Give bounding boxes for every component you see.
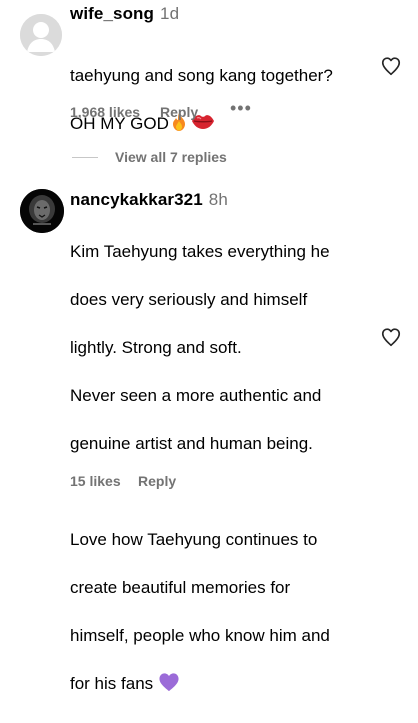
comment-line: Kim Taehyung takes everything he [70,242,330,261]
comment-line: create beautiful memories for [70,578,291,597]
default-avatar-icon [20,14,62,56]
comment-line: does very seriously and himself [70,290,308,309]
comment-line: for his fans [70,672,330,699]
comment-time: 8h [208,190,228,209]
lion-avatar-icon [20,189,64,233]
comment-username[interactable]: wife_song 1d [70,4,179,24]
likes-count[interactable]: 1,968 likes [70,104,140,120]
avatar[interactable] [20,189,64,233]
comment-username[interactable]: nancykakkar321 8h [70,190,228,210]
username-text[interactable]: nancykakkar321 [70,190,203,209]
comment-line: Never seen a more authentic and [70,386,322,405]
comment-text: taehyung and song kang together? OH MY G… [70,40,333,163]
comment-line: lightly. Strong and soft. [70,338,242,357]
view-replies-button[interactable]: View all 7 replies [115,149,227,165]
like-heart-icon[interactable] [380,326,402,348]
username-text[interactable]: wife_song [70,4,154,23]
more-dots-icon[interactable]: ••• [230,98,252,119]
avatar[interactable] [20,14,62,56]
reply-button[interactable]: Reply [138,473,176,489]
purple-heart-emoji [158,672,180,699]
reply-button[interactable]: Reply [160,104,198,120]
comment-line: Love how Taehyung continues to [70,530,318,549]
replies-divider [72,157,98,158]
comment-line: taehyung and song kang together? [70,66,333,85]
comment-time: 1d [160,4,180,23]
like-heart-icon[interactable] [380,55,402,77]
comment-line: himself, people who know him and [70,626,330,645]
comment-line: genuine artist and human being. [70,434,313,453]
likes-count[interactable]: 15 likes [70,473,121,489]
comment-text: Kim Taehyung takes everything he does ve… [70,216,330,723]
